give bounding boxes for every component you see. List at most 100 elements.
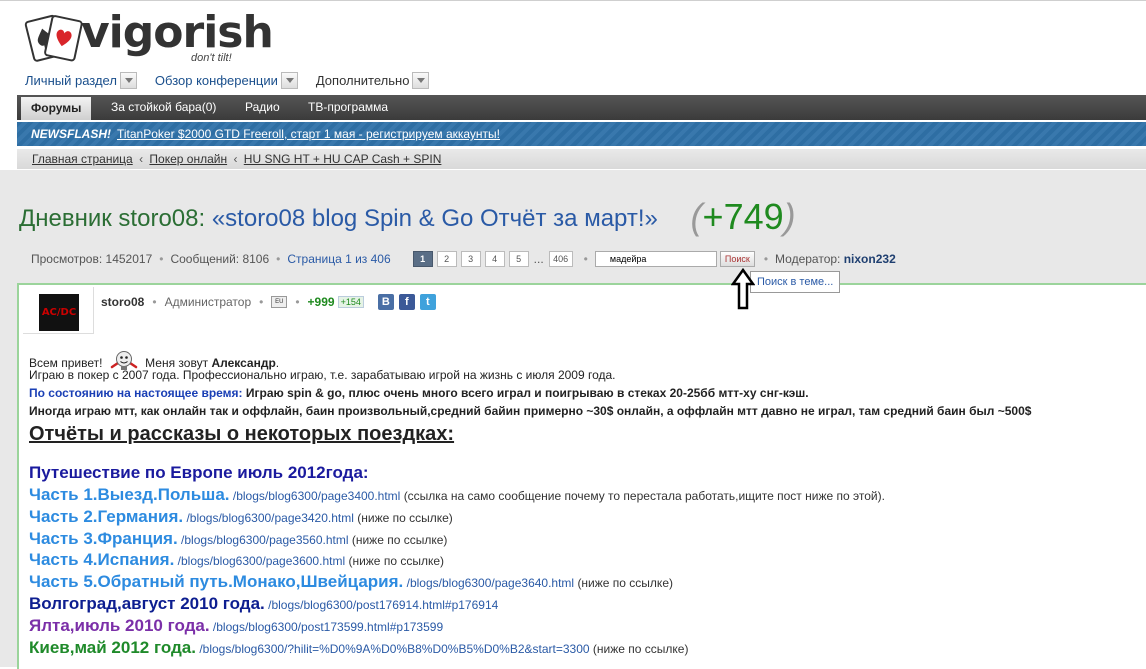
separator-dot: • (763, 252, 769, 266)
post-author[interactable]: storo08 (101, 295, 144, 309)
page-indicator[interactable]: Страница 1 из 406 (287, 252, 390, 266)
tab-radio[interactable]: Радио (235, 95, 290, 120)
entry-link[interactable]: /blogs/blog6300/?hilit=%D0%9A%D0%B8%D0%B… (199, 642, 589, 656)
page-link-1[interactable]: 1 (412, 251, 433, 267)
entry-link[interactable]: /blogs/blog6300/post173599.html#p173599 (213, 620, 443, 634)
title-prefix: Дневник storo08: (19, 205, 206, 232)
entry-title: Часть 3.Франция. (29, 529, 178, 548)
entry-title: Часть 5.Обратный путь.Монако,Швейцария. (29, 572, 404, 591)
entry-title: Часть 2.Германия. (29, 507, 184, 526)
entry-note: (ниже по ссылке) (592, 642, 689, 656)
separator-dot: • (276, 252, 281, 266)
trip-heading: Путешествие по Европе июль 2012года: (29, 463, 369, 482)
breadcrumb-separator: ‹ (233, 152, 238, 166)
entry-link[interactable]: /blogs/blog6300/page3560.html (181, 533, 348, 547)
pagination-ellipsis: ... (533, 252, 544, 266)
entry-link[interactable]: /blogs/blog6300/post176914.html#p176914 (268, 598, 498, 612)
reports-heading: Отчёты и рассказы о некоторых поездках: (29, 423, 455, 445)
entry-note: (ниже по ссылке) (348, 554, 445, 568)
entry-title: Волгоград,август 2010 года. (29, 594, 265, 613)
separator-dot: • (259, 295, 264, 309)
avatar[interactable]: AC/DC (39, 294, 79, 331)
separator-dot: • (583, 252, 588, 266)
entry-note: (ниже по ссылке) (577, 576, 673, 590)
newsflash-link[interactable]: TitanPoker $2000 GTD Freeroll, старт 1 м… (117, 127, 500, 141)
page-link-2[interactable]: 2 (436, 251, 457, 267)
nav-label: Обзор конференции (154, 72, 278, 88)
search-tooltip: Поиск в теме... (750, 271, 841, 293)
title-topic: «storo08 blog Spin & Go Отчёт за март!» (211, 205, 658, 232)
page-link-4[interactable]: 4 (484, 251, 505, 267)
tab-bar[interactable]: За стойкой бара(0) (101, 95, 226, 120)
entry-note: (ссылка на само сообщение почему то пере… (403, 489, 885, 503)
vk-icon[interactable]: В (377, 294, 394, 310)
entry-title: Часть 4.Испания. (29, 550, 175, 569)
paren-close: ) (783, 196, 796, 237)
current-status-text: Играю spin & go, плюс очень много всего … (245, 386, 809, 400)
views-count: Просмотров: 1452017 (31, 252, 153, 266)
moderator-label: Модератор: (775, 252, 841, 266)
breadcrumb-home[interactable]: Главная страница (32, 152, 133, 166)
reputation-delta: +154 (337, 296, 364, 308)
moderator: Модератор: nixon232 (775, 252, 896, 266)
entry-link[interactable]: /blogs/blog6300/page3640.html (407, 576, 574, 590)
rating-value: +749 (702, 196, 784, 237)
current-status-line: По состоянию на настоящее время: Играю s… (29, 386, 809, 400)
list-item: Часть 4.Испания. /blogs/blog6300/page360… (29, 550, 444, 570)
title-rating: (+749) (691, 196, 796, 237)
list-item: Часть 2.Германия. /blogs/blog6300/page34… (29, 507, 453, 527)
list-item: Часть 1.Выезд.Польша. /blogs/blog6300/pa… (29, 485, 885, 505)
top-nav: Личный раздел Обзор конференции Дополнит… (25, 70, 447, 90)
flag-icon: EU (271, 296, 288, 308)
separator-dot: • (159, 252, 164, 266)
entry-title: Киев,май 2012 года. (29, 638, 196, 657)
brand-name: vigorish (81, 7, 274, 58)
facebook-icon[interactable]: f (398, 294, 415, 310)
breadcrumb-topic[interactable]: HU SNG HT + HU CAP Cash + SPIN (244, 152, 442, 166)
page-link-last[interactable]: 406 (548, 251, 573, 267)
nav-label: Личный раздел (25, 72, 117, 88)
tab-tv-program[interactable]: ТВ-программа (298, 95, 398, 120)
reputation-value: +999 (307, 295, 335, 309)
chevron-down-icon[interactable] (119, 71, 137, 89)
newsflash-label: NEWSFLASH! (31, 127, 111, 141)
chevron-down-icon[interactable] (280, 71, 298, 89)
avatar-frame: AC/DC (23, 287, 94, 334)
paren-open: ( (690, 196, 703, 237)
arrow-up-icon (731, 268, 755, 310)
breadcrumb-poker-online[interactable]: Покер онлайн (149, 152, 227, 166)
entry-link[interactable]: /blogs/blog6300/page3420.html (186, 511, 353, 525)
list-item: Киев,май 2012 года. /blogs/blog6300/?hil… (29, 638, 688, 658)
nav-label: Дополнительно (315, 72, 410, 88)
newsflash-bar: NEWSFLASH! TitanPoker $2000 GTD Freeroll,… (17, 122, 1146, 146)
entry-note: (ниже по ссылке) (351, 533, 448, 547)
intro-line: Играю в покер с 2007 года. Профессиональ… (29, 368, 616, 382)
current-status-label: По состоянию на настоящее время: (29, 386, 243, 400)
author-role: Администратор (164, 295, 252, 309)
nav-additional[interactable]: Дополнительно (316, 70, 430, 90)
brand-tagline: don't tilt! (191, 52, 232, 64)
search-input[interactable] (594, 251, 717, 267)
list-item: Ялта,июль 2010 года. /blogs/blog6300/pos… (29, 616, 443, 636)
entry-link[interactable]: /blogs/blog6300/page3400.html (233, 489, 400, 503)
chevron-down-icon[interactable] (412, 71, 430, 89)
site-logo[interactable]: vigorish don't tilt! (24, 8, 274, 68)
main-menu-bar: Форумы За стойкой бара(0) Радио ТВ-прогр… (17, 95, 1146, 120)
mtt-line: Иногда играю мтт, как онлайн так и оффла… (29, 404, 1032, 418)
moderator-name[interactable]: nixon232 (844, 252, 896, 266)
twitter-icon[interactable]: t (419, 294, 436, 310)
list-item: Волгоград,август 2010 года. /blogs/blog6… (29, 594, 498, 614)
post-author-row: storo08 • Администратор • EU • +999 +154… (101, 293, 436, 311)
entry-note: (ниже по ссылке) (357, 511, 453, 525)
search-button[interactable]: Поиск (719, 251, 755, 267)
nav-personal-section[interactable]: Личный раздел (25, 70, 137, 90)
tab-forums[interactable]: Форумы (21, 97, 92, 120)
topic-stats: Просмотров: 1452017 • Сообщений: 8106 • … (31, 250, 896, 268)
topic-search (594, 251, 717, 267)
breadcrumb: Главная страница ‹ Покер онлайн ‹ HU SNG… (17, 149, 1146, 169)
page-link-5[interactable]: 5 (508, 251, 529, 267)
first-post: AC/DC storo08 • Администратор • EU • +99… (17, 283, 1146, 669)
page-link-3[interactable]: 3 (460, 251, 481, 267)
nav-conference-overview[interactable]: Обзор конференции (155, 70, 298, 90)
entry-link[interactable]: /blogs/blog6300/page3600.html (178, 554, 345, 568)
